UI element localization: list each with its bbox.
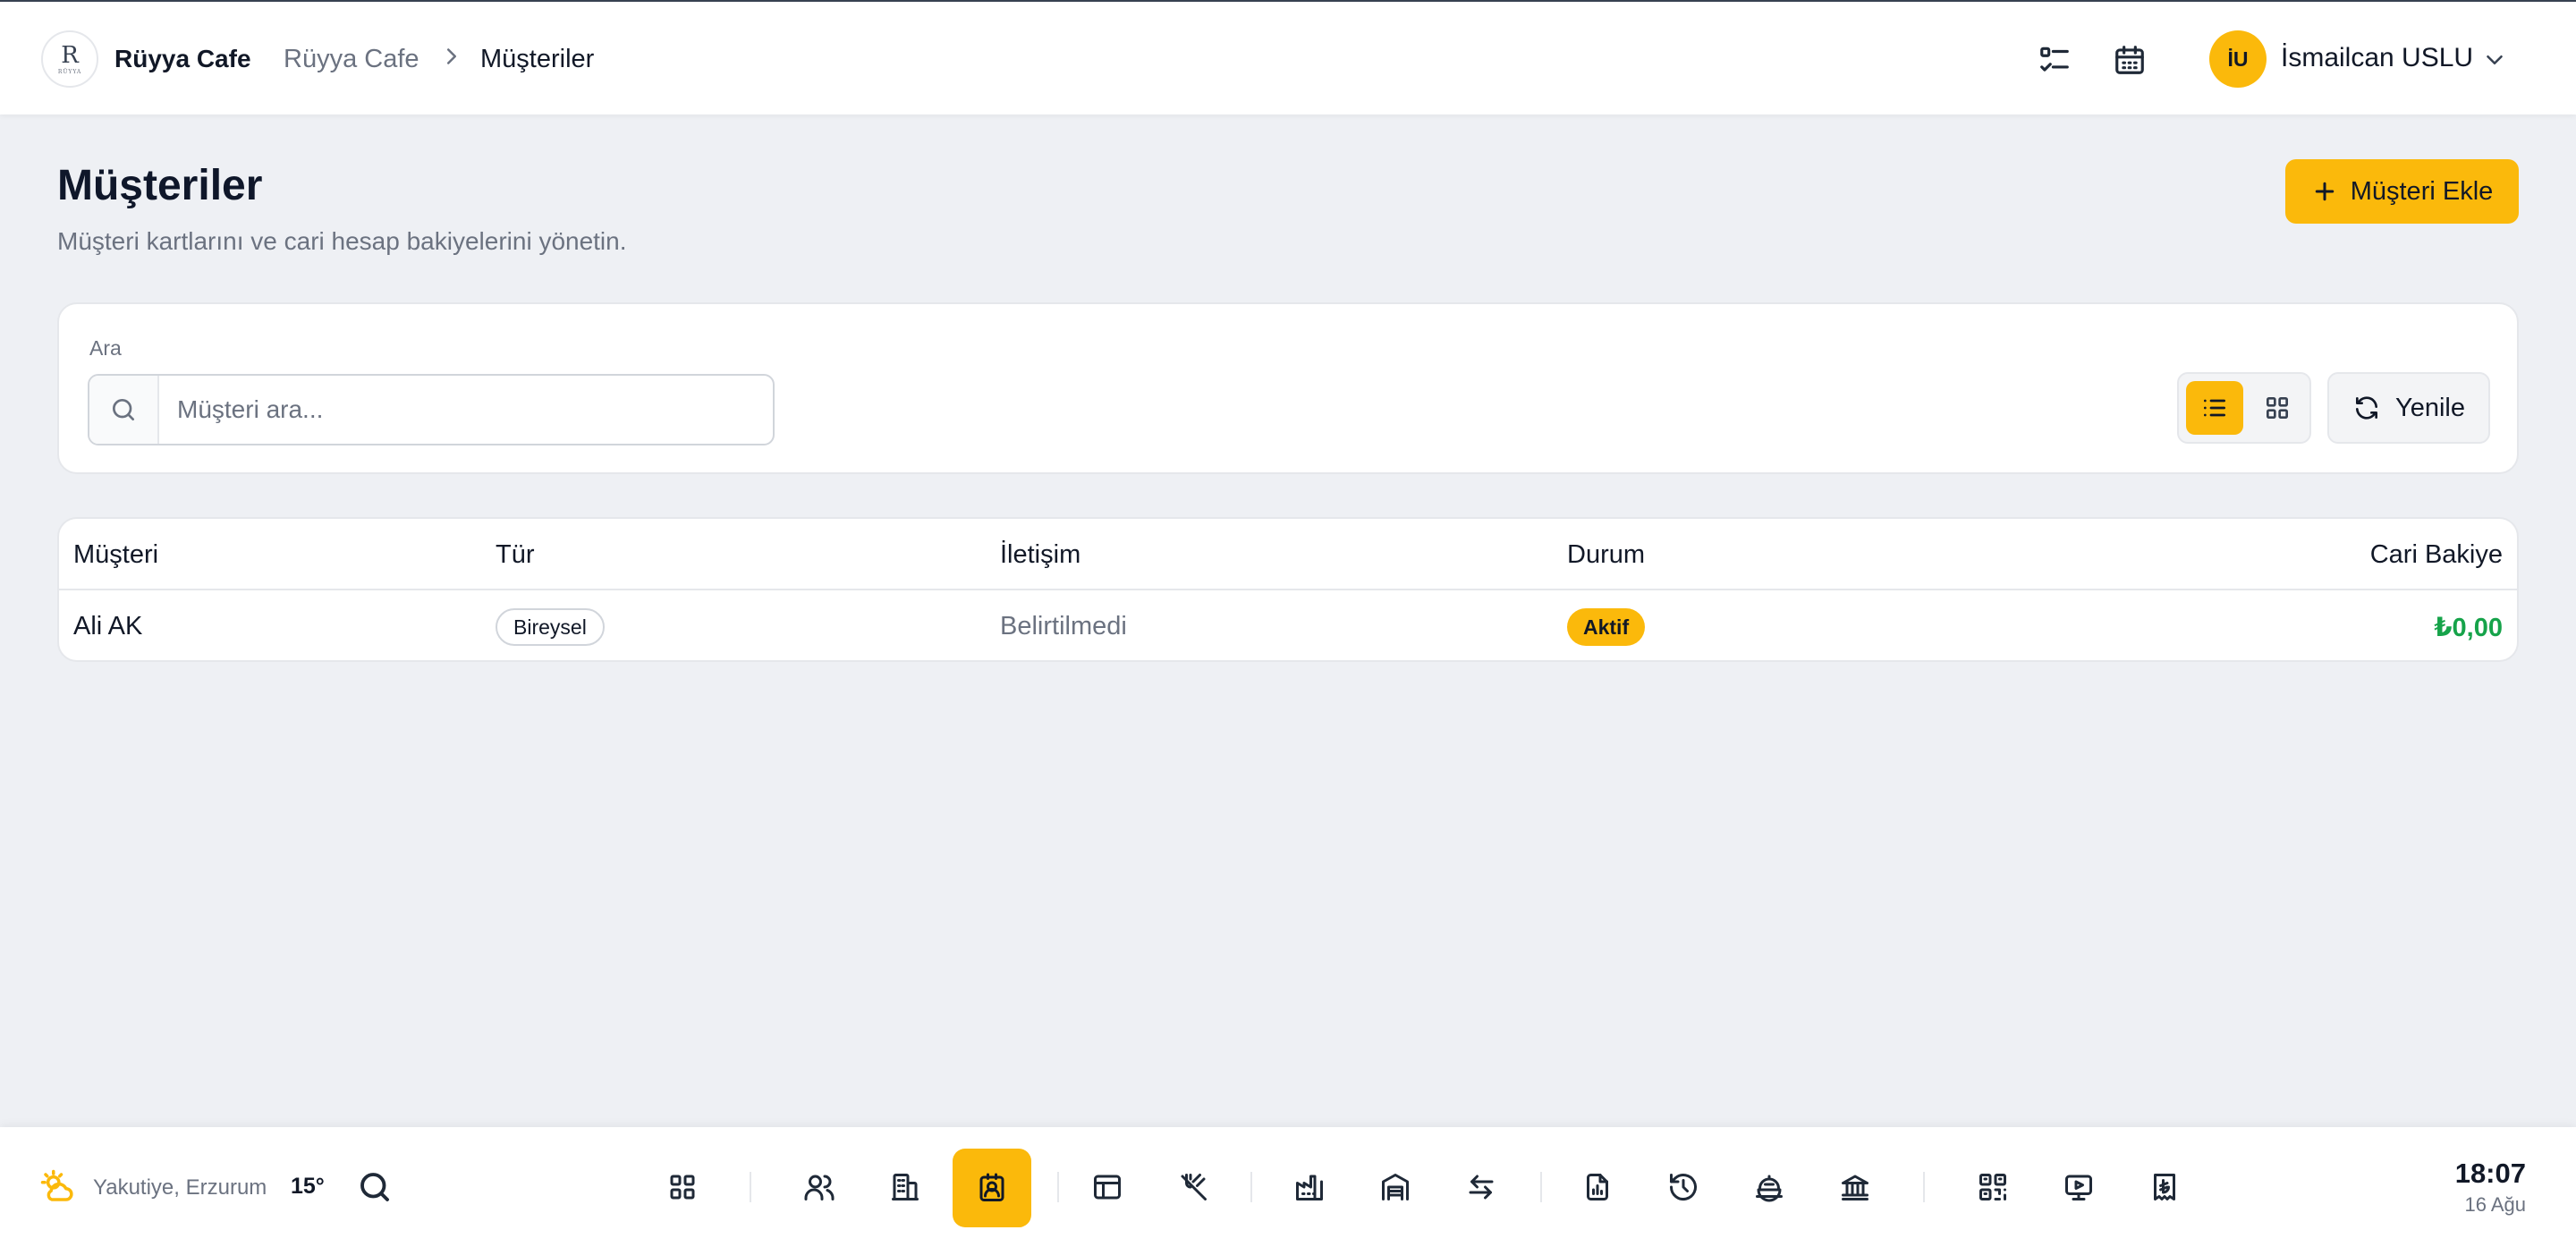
breadcrumb-home[interactable]: Rüyya Cafe (284, 45, 419, 74)
grid-view-button[interactable] (2249, 381, 2306, 435)
calendar-icon[interactable] (2107, 38, 2152, 82)
dish-icon[interactable] (1747, 1165, 1792, 1209)
clock-time: 18:07 (2454, 1158, 2526, 1189)
customers-icon[interactable] (953, 1149, 1031, 1227)
search-icon (89, 376, 159, 444)
customer-contact: Belirtilmedi (1000, 612, 1127, 640)
user-name[interactable]: İsmailcan USLU (2281, 43, 2473, 73)
report-icon[interactable] (1575, 1165, 1620, 1209)
table-layout-icon[interactable] (1085, 1165, 1130, 1209)
lira-receipt-icon[interactable] (2142, 1165, 2187, 1209)
column-header-customer[interactable]: Müşteri (73, 540, 158, 570)
table-row[interactable] (59, 590, 2517, 660)
view-toggle (2177, 372, 2311, 444)
add-customer-button[interactable]: Müşteri Ekle (2285, 159, 2519, 224)
monitor-play-icon[interactable] (2056, 1165, 2101, 1209)
customer-name[interactable]: Ali AK (73, 612, 142, 641)
factory-icon[interactable] (1287, 1165, 1332, 1209)
chevron-right-icon (438, 43, 465, 70)
dock-divider (1057, 1172, 1059, 1202)
column-header-contact[interactable]: İletişim (1000, 540, 1080, 570)
transfer-icon[interactable] (1459, 1165, 1504, 1209)
bottom-dock: Yakutiye, Erzurum 15° 18:07 16 Ağu (0, 1127, 2576, 1247)
users-icon[interactable] (797, 1165, 842, 1209)
column-header-type[interactable]: Tür (496, 540, 535, 570)
dock-divider (750, 1172, 751, 1202)
type-badge: Bireysel (496, 608, 605, 646)
customers-table: Müşteri Tür İletişim Durum Cari Bakiye A… (57, 517, 2519, 662)
top-bar: R RÜYYA Rüyya Cafe Rüyya Cafe Müşteriler… (0, 0, 2576, 115)
dashboard-icon[interactable] (660, 1165, 705, 1209)
refresh-label: Yenile (2395, 393, 2465, 422)
dock-divider (1250, 1172, 1252, 1202)
weather-location: Yakutiye, Erzurum (93, 1175, 267, 1200)
search-input[interactable] (161, 376, 773, 444)
bank-icon[interactable] (1833, 1165, 1877, 1209)
plus-icon (2311, 178, 2338, 205)
breadcrumb-current: Müşteriler (480, 45, 595, 73)
search-icon[interactable] (356, 1168, 394, 1206)
brand-logo[interactable]: R RÜYYA (41, 30, 98, 88)
list-icon (2204, 399, 2225, 417)
dock-divider (1923, 1172, 1925, 1202)
avatar[interactable]: İU (2209, 30, 2267, 88)
column-header-balance[interactable]: Cari Bakiye (2370, 540, 2503, 570)
chevron-down-icon[interactable] (2481, 47, 2508, 73)
add-customer-label: Müşteri Ekle (2350, 176, 2494, 206)
search-field[interactable] (88, 374, 775, 445)
refresh-button[interactable]: Yenile (2327, 372, 2490, 444)
customer-balance: ₺0,00 (2434, 614, 2503, 642)
dock-divider (1540, 1172, 1542, 1202)
page-title: Müşteriler (57, 162, 263, 209)
history-icon[interactable] (1661, 1165, 1706, 1209)
partly-sunny-icon (39, 1168, 77, 1206)
utensils-off-icon[interactable] (1171, 1165, 1216, 1209)
column-header-status[interactable]: Durum (1567, 540, 1645, 570)
search-label: Ara (89, 336, 122, 360)
weather-temp: 15° (291, 1174, 325, 1199)
grid-icon (2267, 397, 2288, 419)
table-header: Müşteri Tür İletişim Durum Cari Bakiye (59, 519, 2517, 590)
qr-code-icon[interactable] (1970, 1165, 2015, 1209)
warehouse-icon[interactable] (1373, 1165, 1418, 1209)
building-icon[interactable] (883, 1165, 928, 1209)
refresh-icon (2352, 394, 2381, 422)
clock-date: 16 Ağu (2464, 1193, 2526, 1216)
search-panel: Ara Yenile (57, 302, 2519, 474)
list-view-button[interactable] (2186, 381, 2243, 435)
brand-name[interactable]: Rüyya Cafe (114, 45, 251, 73)
status-badge: Aktif (1567, 608, 1646, 646)
checklist-icon[interactable] (2032, 38, 2077, 82)
page-subtitle: Müşteri kartlarını ve cari hesap bakiyel… (57, 227, 627, 255)
